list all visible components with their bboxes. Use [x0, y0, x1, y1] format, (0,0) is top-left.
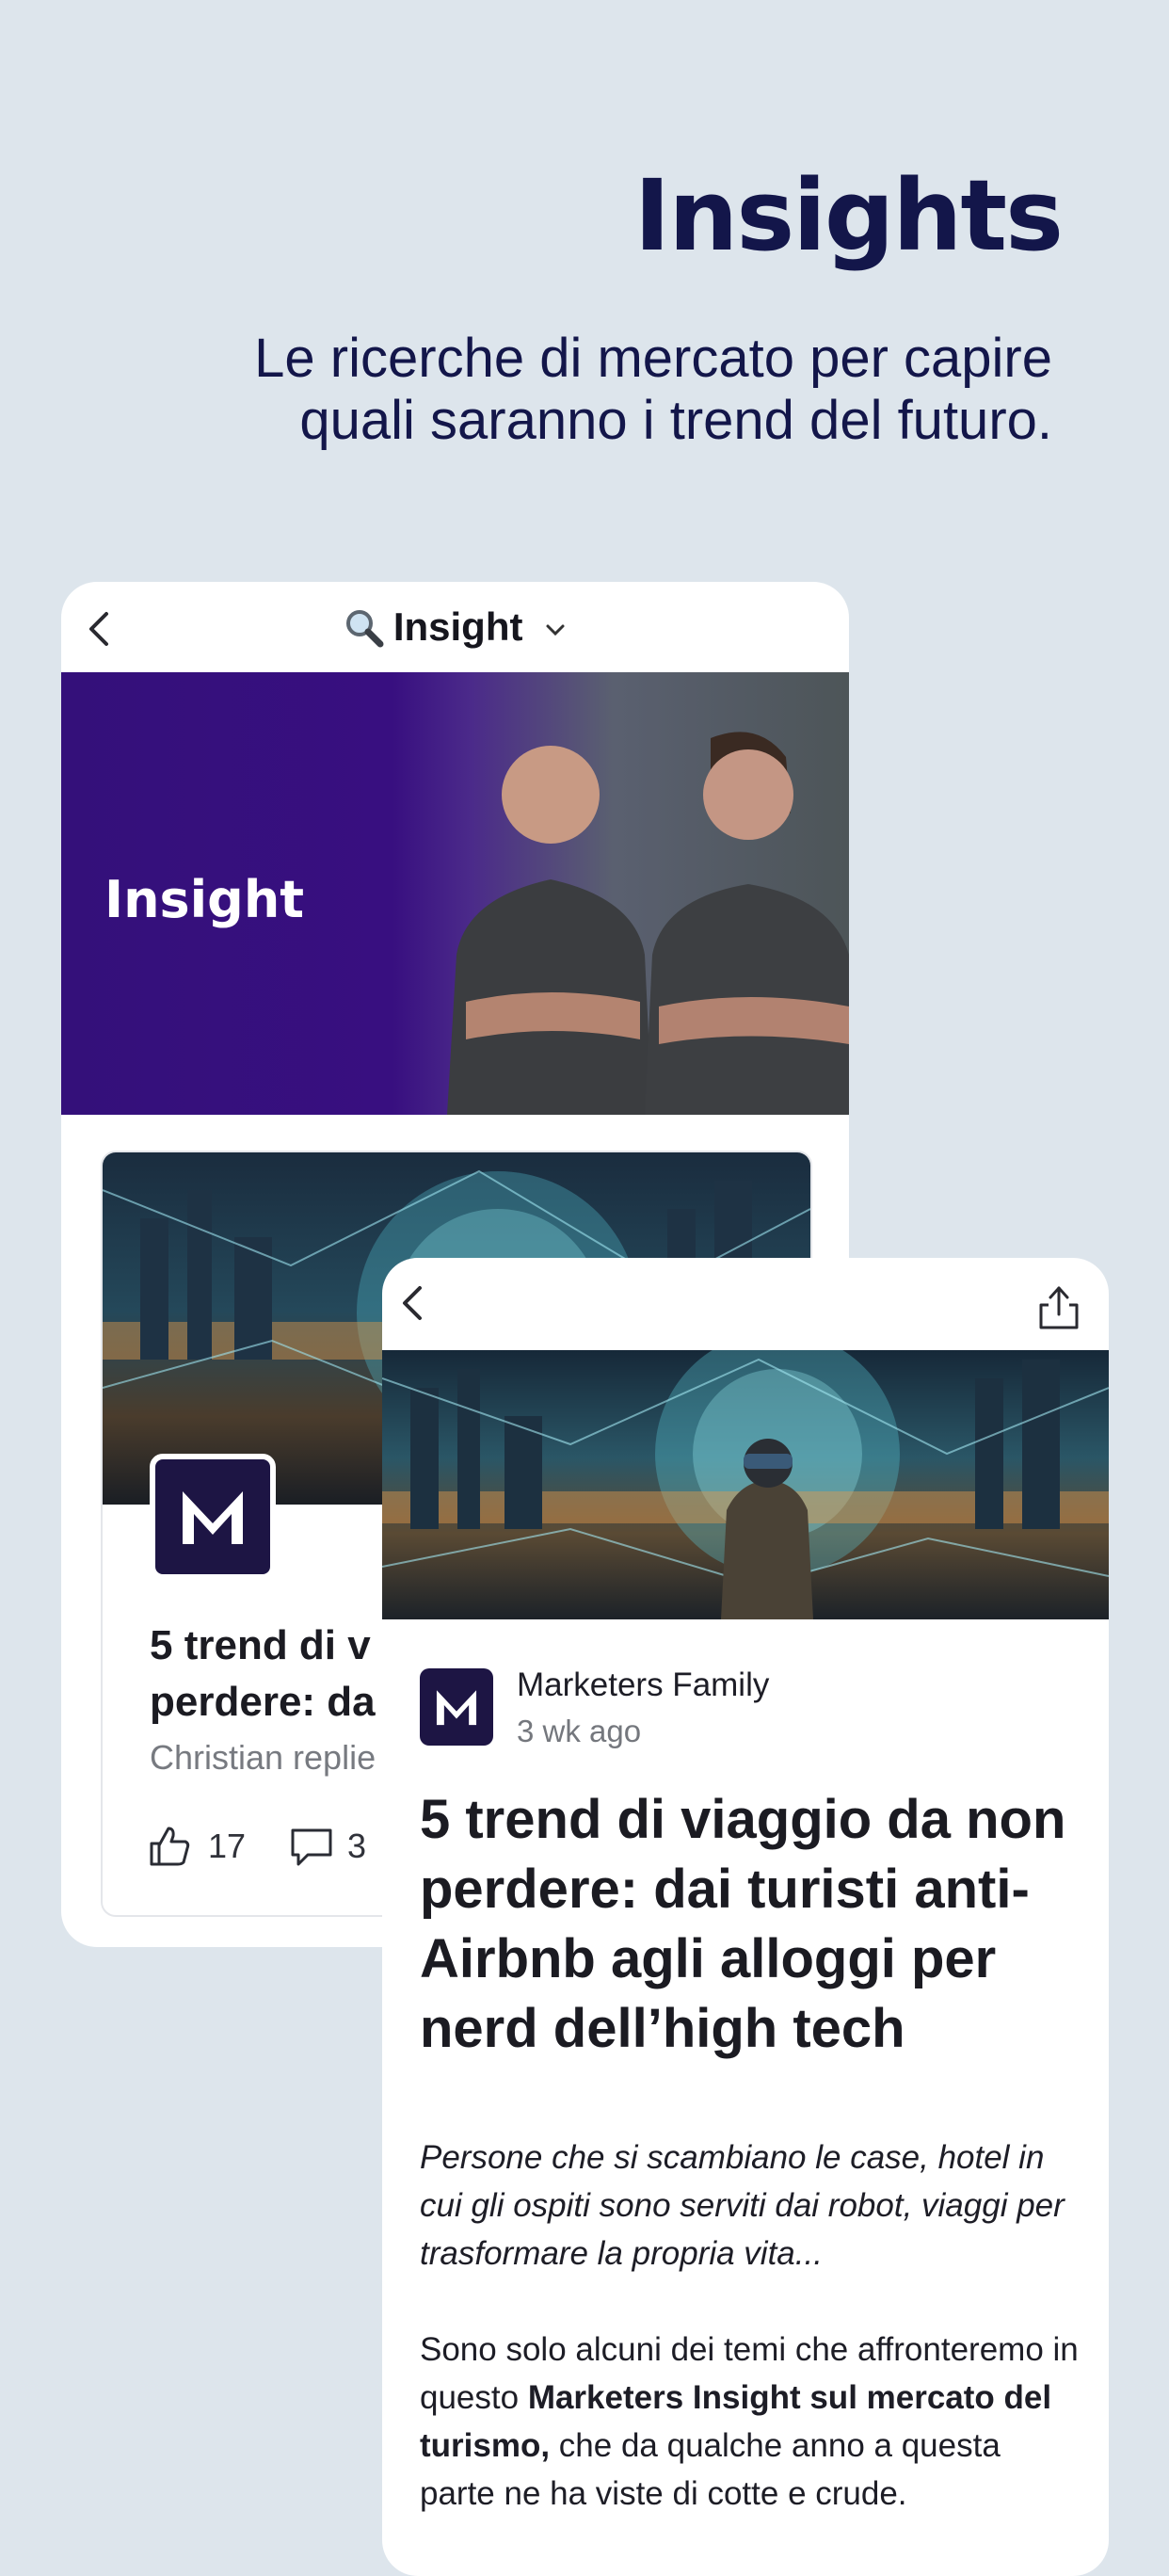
author-name[interactable]: Marketers Family	[517, 1666, 769, 1704]
share-icon[interactable]	[1037, 1284, 1081, 1331]
m-logo-icon	[183, 1491, 243, 1544]
article-screen: Marketers Family 3 wk ago 5 trend di via…	[382, 1258, 1109, 2576]
post-time: 3 wk ago	[517, 1714, 642, 1748]
banner-label: Insight	[104, 870, 305, 929]
like-count: 17	[208, 1827, 247, 1865]
banner-photo	[447, 732, 849, 1115]
comment-count: 3	[347, 1827, 367, 1865]
author-avatar[interactable]	[420, 1668, 493, 1746]
hero-subtitle: Le ricerche di mercato per capire quali …	[254, 328, 1052, 451]
chevron-left-icon[interactable]	[395, 1284, 433, 1322]
hero-title: Insights	[633, 158, 1064, 273]
thumbs-up-icon[interactable]	[148, 1825, 191, 1868]
chevron-down-icon	[546, 624, 565, 636]
article-hero-art	[382, 1350, 1109, 1619]
community-title: Insight	[392, 604, 523, 649]
community-selector[interactable]: Insight	[61, 604, 849, 650]
magnifier-icon	[345, 610, 384, 648]
community-banner: Insight	[61, 672, 849, 1115]
article-title: 5 trend di viaggio da non perdere: dai t…	[420, 1789, 1066, 2059]
m-logo-icon	[436, 1690, 477, 1726]
article-lede: Persone che si scambiano le case, hotel …	[420, 2139, 1065, 2272]
comment-icon[interactable]	[289, 1825, 334, 1868]
author-avatar[interactable]	[150, 1454, 276, 1580]
article-body: Sono solo alcuni dei temi che affrontere…	[420, 2326, 1097, 2518]
top-bar: Insight	[61, 582, 849, 672]
article-hero-image	[382, 1350, 1109, 1619]
article-top-bar	[382, 1258, 1109, 1350]
post-meta: Christian replie	[150, 1738, 376, 1777]
